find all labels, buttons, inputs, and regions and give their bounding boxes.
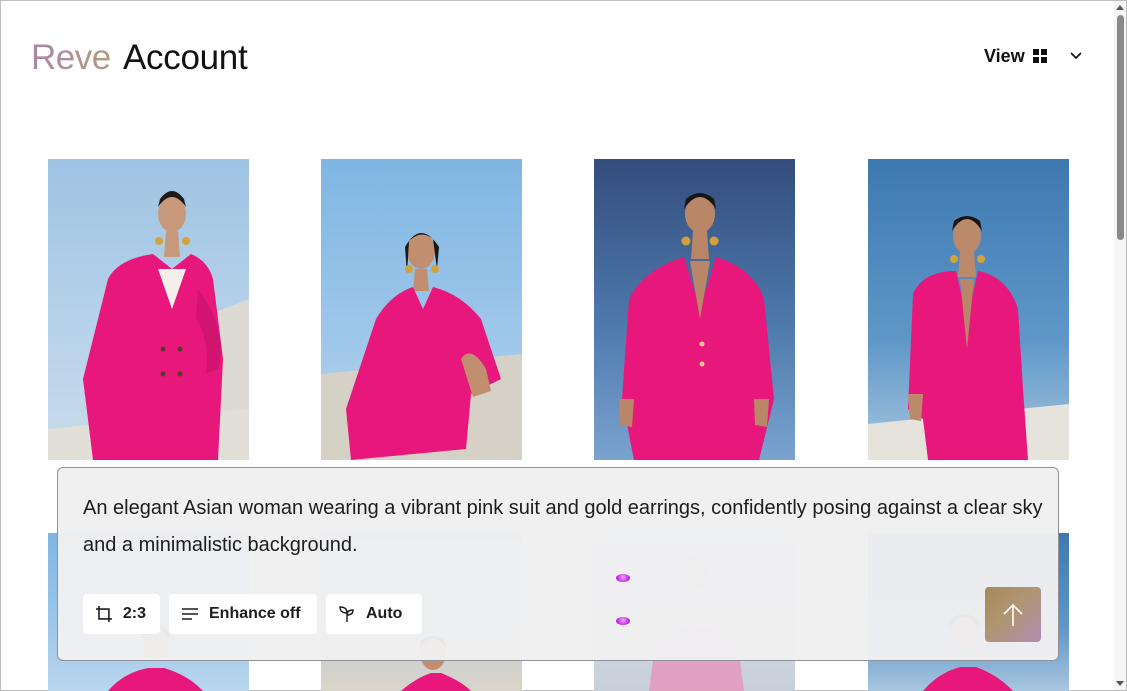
gallery-image[interactable] xyxy=(48,159,249,460)
enhance-label: Enhance off xyxy=(209,605,301,622)
aspect-ratio-button[interactable]: 2:3 xyxy=(83,594,160,634)
sprout-icon xyxy=(339,606,354,622)
scroll-thumb[interactable] xyxy=(1117,15,1124,240)
gallery-image[interactable] xyxy=(868,159,1069,460)
page-title: Account xyxy=(123,38,248,77)
prompt-composer[interactable]: An elegant Asian woman wearing a vibrant… xyxy=(57,467,1059,661)
brand-logo[interactable]: Reve xyxy=(31,38,111,78)
prompt-input[interactable]: An elegant Asian woman wearing a vibrant… xyxy=(83,490,1043,564)
arrow-up-icon xyxy=(1003,603,1023,626)
lines-icon xyxy=(182,608,198,620)
mode-label: Auto xyxy=(366,605,403,622)
gallery-image[interactable] xyxy=(321,159,522,460)
gallery-image[interactable] xyxy=(594,159,795,460)
loading-indicator-dot xyxy=(616,617,630,625)
crop-icon xyxy=(95,606,112,622)
view-menu-button[interactable]: View xyxy=(984,44,1083,68)
vertical-scrollbar[interactable] xyxy=(1114,1,1126,690)
chevron-down-icon xyxy=(1069,49,1083,63)
enhance-toggle-button[interactable]: Enhance off xyxy=(169,594,317,634)
view-label: View xyxy=(984,45,1025,66)
scroll-down-arrow[interactable] xyxy=(1116,681,1124,686)
scroll-up-arrow[interactable] xyxy=(1116,5,1124,10)
loading-indicator-dot xyxy=(616,574,630,582)
grid-icon xyxy=(1032,49,1047,63)
aspect-ratio-label: 2:3 xyxy=(122,605,146,622)
submit-button[interactable] xyxy=(985,587,1041,642)
mode-button[interactable]: Auto xyxy=(326,594,422,634)
